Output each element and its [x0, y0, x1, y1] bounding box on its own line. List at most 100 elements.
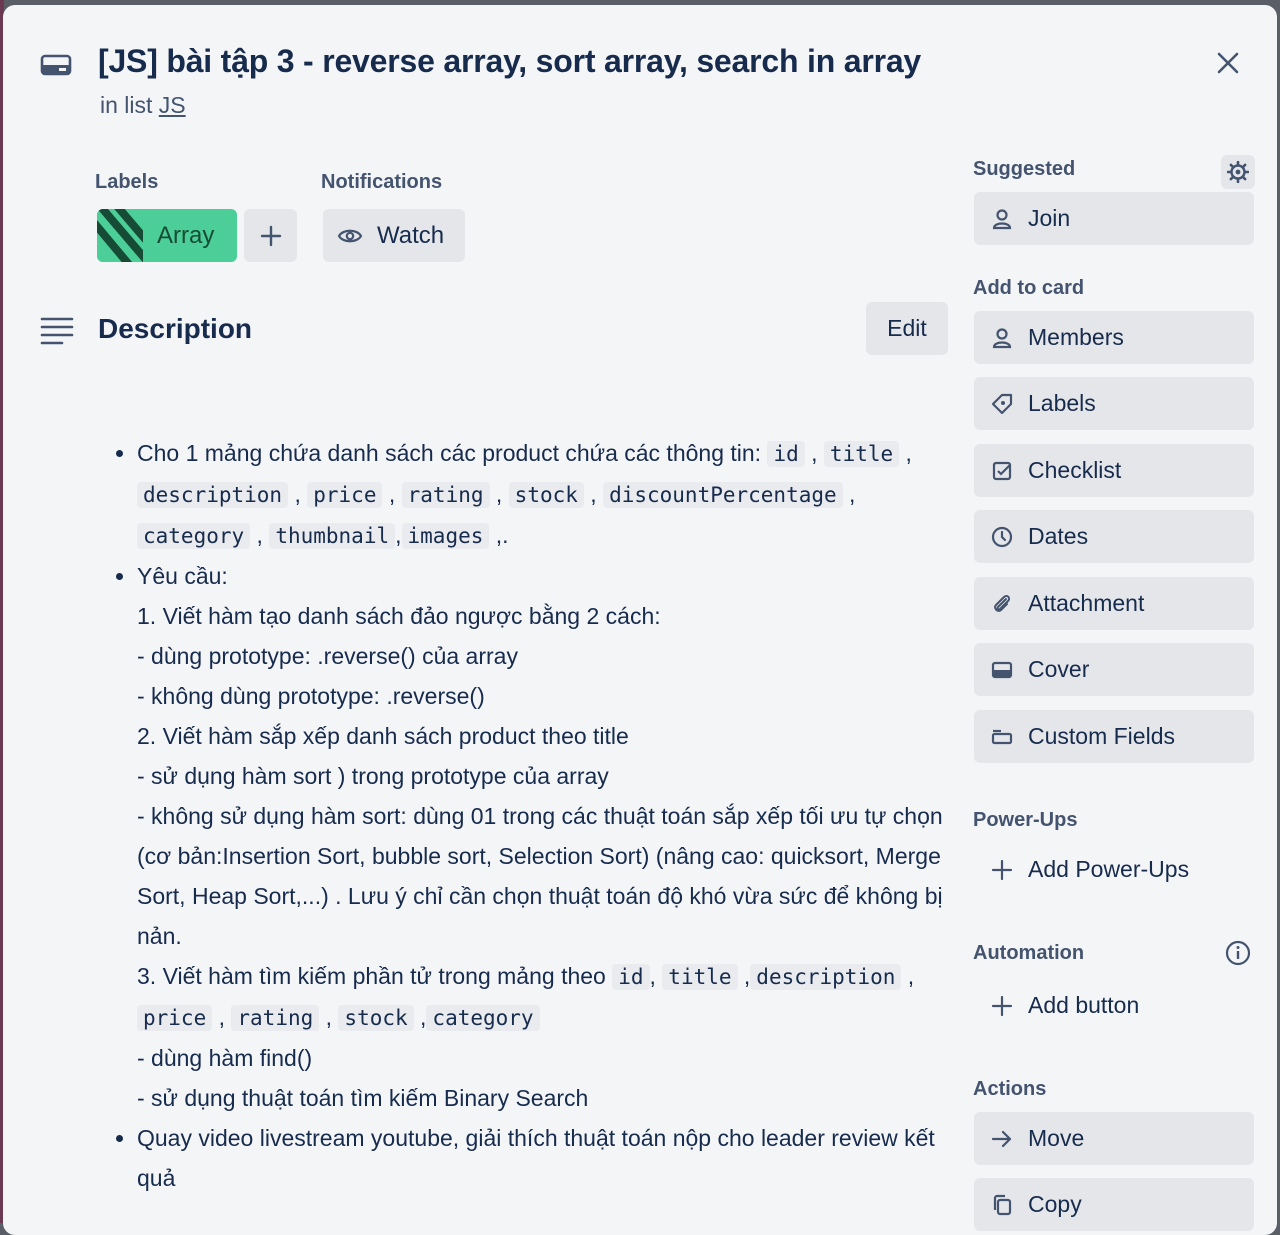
requirement-line: 2. Viết hàm sắp xếp danh sách product th… — [137, 723, 629, 749]
code-field: rating — [401, 482, 490, 508]
arrow-right-icon — [990, 1127, 1014, 1151]
card-list-info: in list JS — [100, 92, 186, 119]
checklist-label: Checklist — [1028, 457, 1122, 483]
card-title[interactable]: [JS] bài tập 3 - reverse array, sort arr… — [98, 43, 921, 80]
add-to-card-heading: Add to card — [973, 277, 1085, 299]
requirement-line: - sử dụng thuật toán tìm kiếm Binary Sea… — [137, 1085, 589, 1111]
notifications-heading: Notifications — [321, 171, 443, 193]
add-button-button[interactable]: Add button — [974, 979, 1254, 1032]
custom-fields-button[interactable]: Custom Fields — [974, 710, 1254, 763]
attachment-label: Attachment — [1028, 590, 1145, 616]
custom-fields-label: Custom Fields — [1028, 723, 1175, 749]
code-field: id — [767, 441, 805, 467]
cover-button[interactable]: Cover — [974, 643, 1254, 696]
gear-icon — [1227, 161, 1249, 183]
label-chip-text: Array — [157, 221, 215, 249]
requirement-line: - không dùng prototype: .reverse() — [137, 683, 485, 709]
watch-button[interactable]: Watch — [323, 209, 465, 262]
code-field: title — [823, 441, 900, 467]
code-field: price — [137, 1005, 213, 1031]
suggested-heading: Suggested — [973, 158, 1076, 180]
dates-button[interactable]: Dates — [974, 510, 1254, 563]
description-heading: Description — [98, 313, 253, 344]
in-list-prefix: in list — [100, 92, 159, 118]
tag-icon — [990, 392, 1014, 416]
code-field: thumbnail — [269, 523, 396, 549]
close-icon — [1217, 52, 1239, 74]
card-detail-dialog: [JS] bài tập 3 - reverse array, sort arr… — [3, 5, 1277, 1235]
code-field: category — [137, 523, 251, 549]
members-button[interactable]: Members — [974, 311, 1254, 364]
cover-icon — [990, 658, 1014, 682]
attachment-button[interactable]: Attachment — [974, 577, 1254, 630]
code-field: description — [750, 964, 902, 990]
join-button[interactable]: Join — [974, 192, 1254, 245]
move-label: Move — [1028, 1125, 1085, 1151]
code-field: rating — [231, 1005, 320, 1031]
automation-info-button[interactable] — [1224, 939, 1252, 967]
code-field: id — [612, 964, 650, 990]
checklist-button[interactable]: Checklist — [974, 444, 1254, 497]
plus-icon — [990, 858, 1014, 882]
eye-icon — [337, 229, 363, 242]
actions-heading: Actions — [973, 1078, 1047, 1100]
dates-label: Dates — [1028, 523, 1089, 549]
power-ups-heading: Power-Ups — [973, 809, 1078, 831]
add-power-ups-label: Add Power-Ups — [1028, 856, 1190, 882]
paperclip-icon — [990, 592, 1014, 616]
bullet-tail: ,. — [495, 522, 509, 548]
info-icon — [1225, 940, 1251, 966]
code-field: title — [662, 964, 738, 990]
requirement-line: - không sử dụng hàm sort: dùng 01 trong … — [137, 803, 943, 949]
code-field: discountPercentage — [603, 482, 843, 508]
clock-icon — [990, 525, 1014, 549]
labels-label: Labels — [1028, 390, 1096, 416]
add-power-ups-button[interactable]: Add Power-Ups — [974, 843, 1254, 896]
copy-button[interactable]: Copy — [974, 1178, 1254, 1231]
watch-label: Watch — [377, 221, 445, 249]
cover-label: Cover — [1028, 656, 1090, 682]
checkbox-icon — [990, 459, 1014, 483]
code-field: images — [401, 523, 490, 549]
requirement-line: - dùng prototype: .reverse() của array — [137, 643, 518, 669]
description-content[interactable]: Cho 1 mảng chứa danh sách các product ch… — [97, 433, 947, 1198]
label-chip-array[interactable]: Array — [97, 209, 237, 262]
list-link[interactable]: JS — [159, 92, 186, 118]
add-label-button[interactable] — [244, 209, 297, 262]
bullet-text: Yêu cầu: — [137, 563, 228, 589]
suggested-settings-button[interactable] — [1221, 155, 1255, 189]
custom-fields-icon — [990, 725, 1014, 749]
plus-icon — [990, 994, 1014, 1018]
description-icon — [40, 317, 74, 345]
description-bullet: Yêu cầu: 1. Viết hàm tạo danh sách đảo n… — [137, 556, 947, 1118]
card-icon — [40, 54, 72, 76]
requirement-line: - dùng hàm find() — [137, 1045, 313, 1071]
close-button[interactable] — [1208, 43, 1248, 83]
bullet-text: Quay video livestream youtube, giải thíc… — [137, 1125, 935, 1191]
description-bullet: Cho 1 mảng chứa danh sách các product ch… — [137, 433, 947, 556]
copy-icon — [990, 1193, 1014, 1217]
description-bullet: Quay video livestream youtube, giải thíc… — [137, 1118, 947, 1198]
add-button-label: Add button — [1028, 992, 1140, 1018]
copy-label: Copy — [1028, 1191, 1082, 1217]
labels-button[interactable]: Labels — [974, 377, 1254, 430]
label-pattern-icon — [97, 209, 143, 262]
code-field: category — [426, 1005, 540, 1031]
code-field: price — [307, 482, 383, 508]
join-label: Join — [1028, 205, 1071, 231]
code-field: stock — [338, 1005, 414, 1031]
members-label: Members — [1028, 324, 1124, 350]
requirement-line: 3. Viết hàm tìm kiếm phần tử trong mảng … — [137, 963, 606, 989]
automation-heading: Automation — [973, 942, 1085, 964]
labels-heading: Labels — [95, 171, 159, 193]
person-icon — [990, 326, 1014, 350]
bullet-text: Cho 1 mảng chứa danh sách các product ch… — [137, 440, 762, 466]
person-icon — [990, 207, 1014, 231]
requirement-line: - sử dụng hàm sort ) trong prototype của… — [137, 763, 609, 789]
move-button[interactable]: Move — [974, 1112, 1254, 1165]
edit-description-button[interactable]: Edit — [866, 302, 948, 355]
code-field: stock — [508, 482, 584, 508]
plus-icon — [260, 225, 281, 246]
code-field: description — [137, 482, 289, 508]
requirement-line: 1. Viết hàm tạo danh sách đảo ngược bằng… — [137, 603, 661, 629]
